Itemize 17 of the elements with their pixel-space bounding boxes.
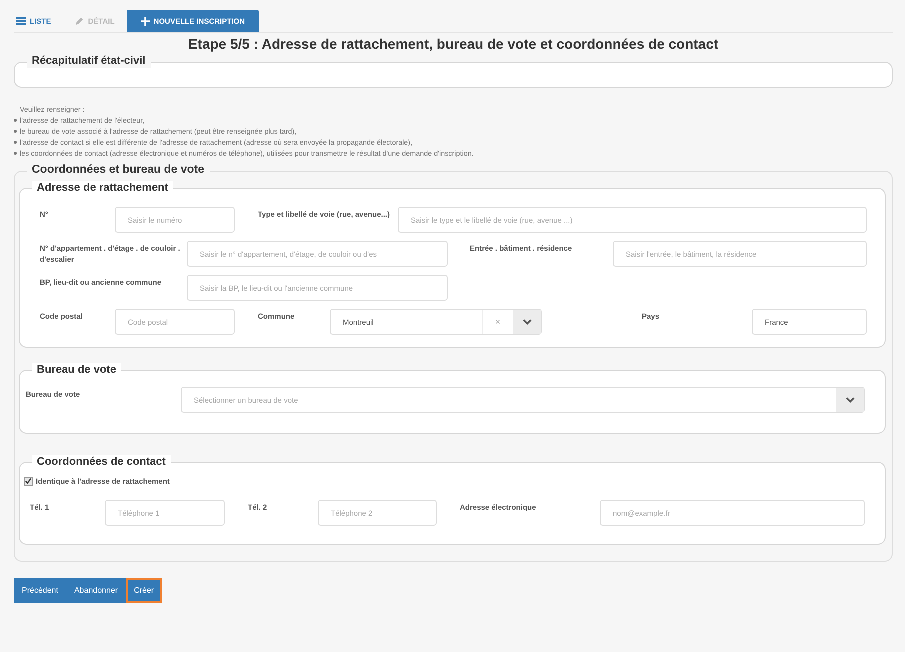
chevron-icon	[522, 319, 532, 325]
pencil-icon	[75, 16, 84, 26]
list-icon	[16, 17, 26, 25]
checkbox[interactable]	[24, 477, 33, 486]
page-title: Etape 5/5 : Adresse de rattachement, bureau de vote et coordonnées de contact	[187, 36, 720, 52]
bullet-icon	[14, 119, 17, 122]
action-button[interactable]: Créer	[126, 578, 162, 603]
chevron-icon	[846, 397, 854, 403]
dropdown-button[interactable]	[513, 310, 541, 334]
action-button[interactable]: Abandonner	[66, 578, 126, 603]
bullet-icon	[14, 130, 17, 133]
bullet-icon	[14, 141, 17, 144]
bullet-icon	[14, 152, 17, 155]
section-legend: Récapitulatif état-civil	[27, 54, 151, 68]
plus-icon	[140, 16, 150, 26]
dropdown-button[interactable]	[836, 388, 864, 412]
action-button[interactable]: Précédent	[14, 578, 66, 603]
